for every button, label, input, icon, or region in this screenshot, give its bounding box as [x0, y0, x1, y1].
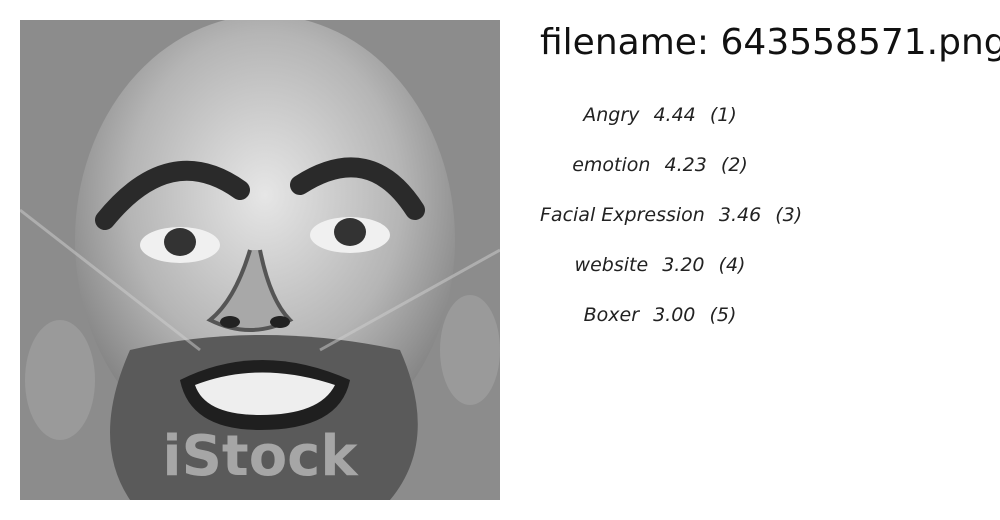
label-name: Angry [583, 104, 640, 126]
page: iStock filename: 643558571.png Angry 4.4… [0, 0, 1000, 520]
label-score: 4.23 [664, 154, 707, 176]
label-list: Angry 4.44 (1) emotion 4.23 (2) Facial E… [540, 100, 802, 350]
filename-value: 643558571.png [720, 22, 1000, 63]
label-rank: (1) [709, 104, 737, 126]
label-score: 4.44 [653, 104, 696, 126]
label-row: Angry 4.44 (1) [540, 100, 780, 150]
label-rank: (2) [720, 154, 748, 176]
label-score: 3.46 [718, 204, 762, 226]
filename-heading: filename: 643558571.png [540, 22, 1000, 63]
label-row: emotion 4.23 (2) [540, 150, 780, 200]
label-name: website [574, 254, 649, 276]
label-row: Facial Expression 3.46 (3) [540, 200, 802, 250]
label-row: Boxer 3.00 (5) [540, 300, 780, 350]
label-rank: (3) [775, 204, 803, 226]
label-name: Boxer [583, 304, 640, 326]
label-rank: (5) [709, 304, 737, 326]
filename-prefix: filename: [540, 22, 710, 63]
label-row: website 3.20 (4) [540, 250, 780, 300]
label-rank: (4) [718, 254, 746, 276]
label-name: Facial Expression [540, 204, 705, 226]
label-name: emotion [572, 154, 651, 176]
face-photo-icon: iStock [20, 20, 500, 500]
svg-text:iStock: iStock [162, 424, 359, 489]
face-photo: iStock [20, 20, 500, 500]
label-score: 3.00 [653, 304, 696, 326]
label-score: 3.20 [662, 254, 705, 276]
